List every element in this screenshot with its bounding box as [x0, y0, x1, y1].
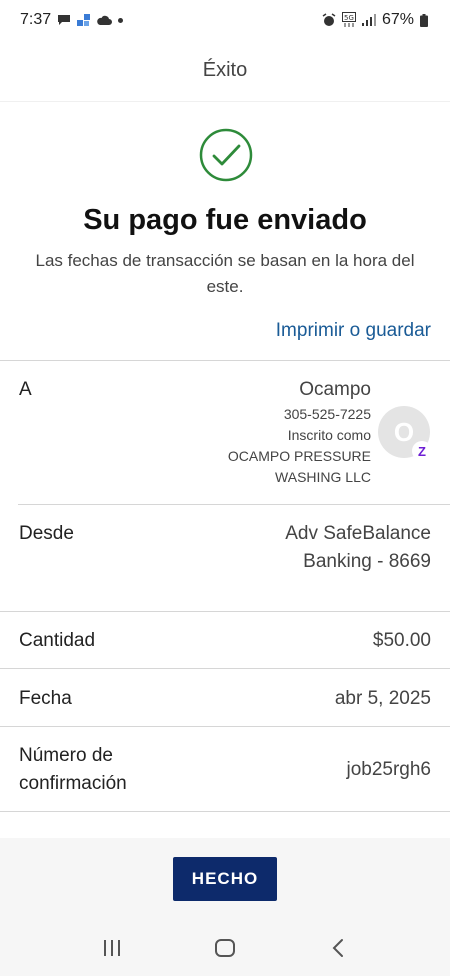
dot-icon	[118, 17, 124, 23]
date-label: Fecha	[19, 688, 72, 709]
print-or-save-link[interactable]: Imprimir o guardar	[276, 320, 431, 342]
svg-text:5G: 5G	[344, 14, 354, 22]
back-icon[interactable]	[318, 928, 358, 968]
success-title: Su pago fue enviado	[83, 204, 367, 236]
zelle-icon: Z	[412, 441, 432, 461]
5g-icon: 5G	[341, 12, 356, 28]
recipient-phone: 305-525-7225	[283, 406, 371, 422]
confirmation-label: Número de confirmación	[19, 742, 127, 798]
from-account-line1: Adv SafeBalance	[285, 523, 431, 544]
divider	[0, 726, 450, 727]
divider	[0, 811, 450, 812]
from-value: Adv SafeBalance Banking - 8669	[285, 520, 431, 576]
app-grid-icon	[77, 13, 91, 27]
status-left: 7:37	[20, 11, 124, 29]
to-label: A	[19, 379, 32, 400]
avatar-initial: O	[393, 416, 415, 447]
recipient-name: Ocampo	[299, 379, 371, 400]
page-header: Éxito	[0, 40, 450, 102]
chat-bubble-icon	[57, 14, 71, 26]
page-title: Éxito	[202, 59, 248, 81]
divider	[0, 360, 450, 361]
battery-percent: 67%	[381, 11, 414, 28]
amount-label: Cantidad	[19, 630, 96, 651]
business-name-line1: OCAMPO PRESSURE	[227, 448, 371, 464]
divider	[18, 504, 450, 505]
recipient-info: Ocampo 305-525-7225 Inscrito como OCAMPO…	[228, 376, 371, 488]
checkmark-circle-icon	[199, 128, 253, 182]
confirmation-value: job25rgh6	[346, 759, 431, 780]
from-account-line2: Banking - 8669	[303, 551, 431, 572]
status-time: 7:37	[20, 11, 52, 28]
amount-value: $50.00	[372, 630, 431, 651]
zelle-badge-letter: Z	[418, 443, 426, 459]
date-value: abr 5, 2025	[334, 688, 431, 709]
confirmation-label-line2: confirmación	[19, 773, 127, 794]
battery-icon	[420, 13, 428, 27]
alarm-icon	[322, 13, 336, 27]
home-icon[interactable]	[205, 928, 245, 968]
from-label: Desde	[19, 523, 74, 544]
divider	[0, 668, 450, 669]
confirmation-label-line1: Número de	[19, 745, 113, 766]
business-name-line2: WASHING LLC	[275, 469, 371, 485]
system-nav-bar	[0, 920, 450, 976]
success-subtitle: Las fechas de transacción se basan en la…	[35, 251, 415, 296]
status-right: 5G 67%	[322, 11, 428, 29]
signal-icon	[361, 14, 376, 26]
status-bar: 7:37 5G 67%	[0, 0, 450, 40]
divider	[0, 611, 450, 612]
enrolled-label: Inscrito como	[287, 427, 371, 443]
recent-apps-icon[interactable]	[92, 928, 132, 968]
done-button[interactable]: HECHO	[173, 857, 277, 901]
cloud-icon	[96, 14, 113, 26]
